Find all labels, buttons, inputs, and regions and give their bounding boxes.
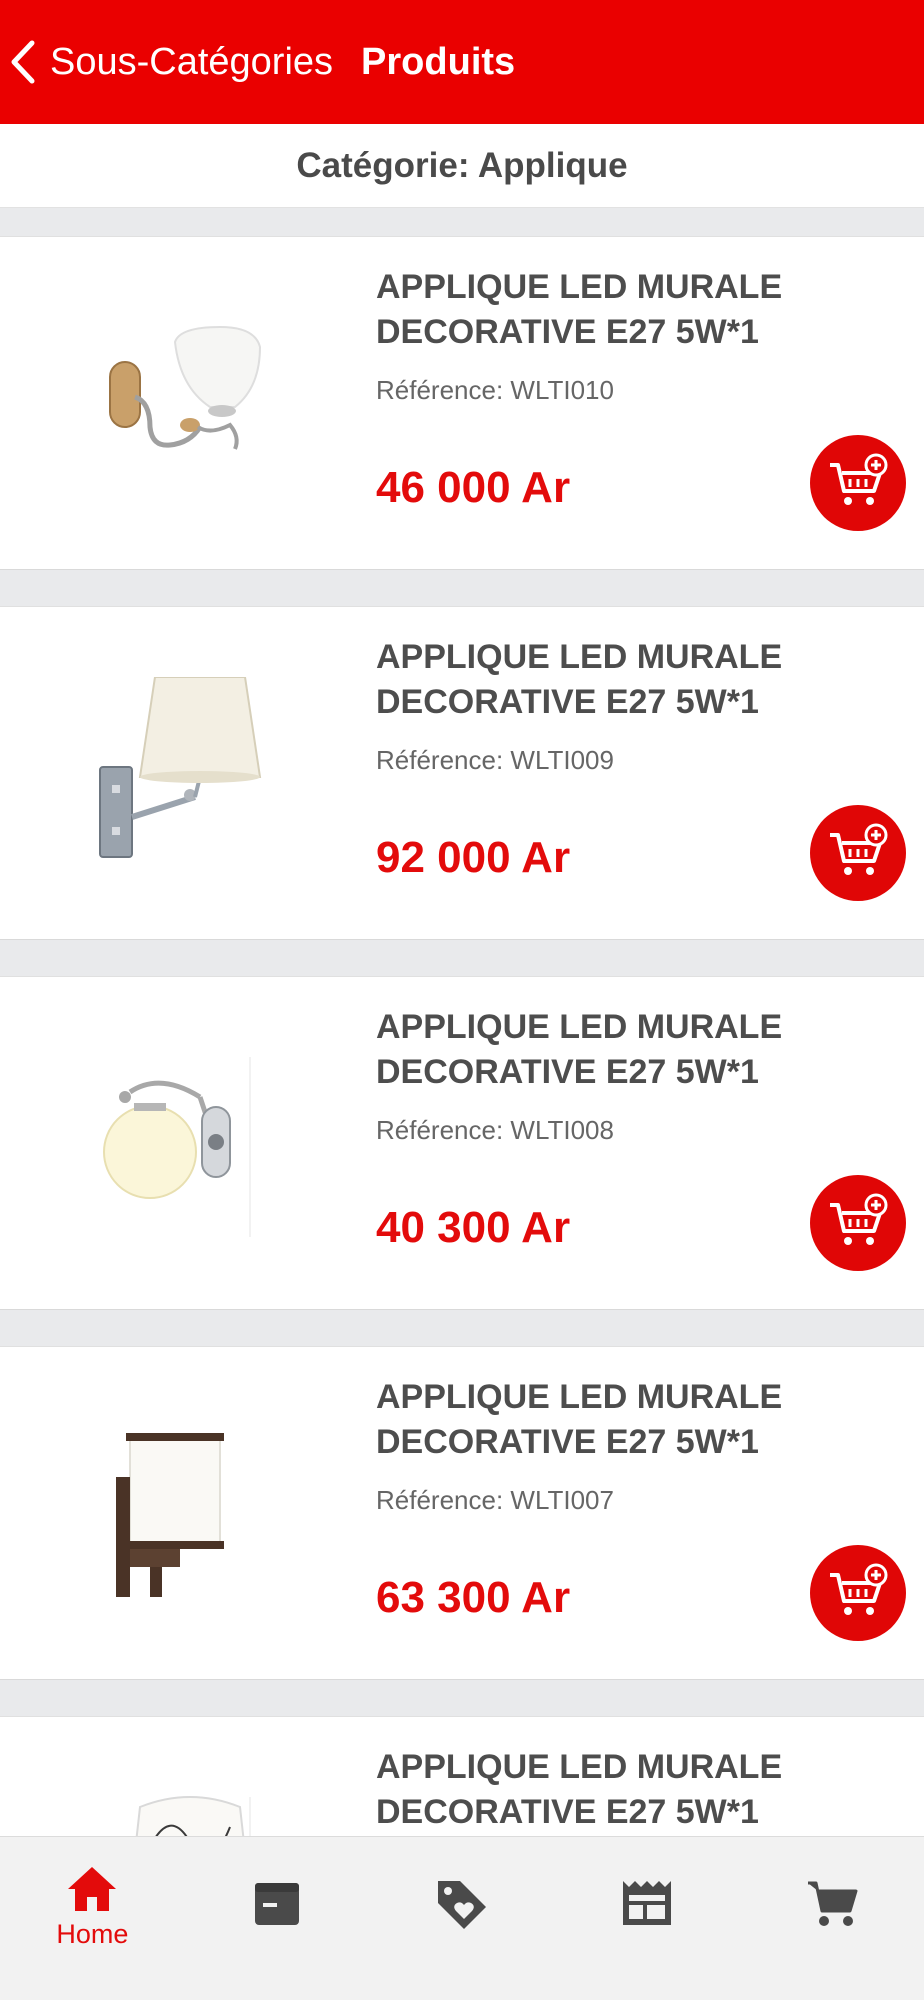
add-to-cart-icon: [830, 1563, 888, 1615]
product-image: [90, 1047, 290, 1247]
product-price: 63 300 Ar: [376, 1573, 571, 1622]
product-image: [90, 1787, 290, 1836]
home-icon: [68, 1867, 117, 1911]
category-label: Catégorie: Applique: [296, 145, 628, 185]
product-image: [90, 307, 290, 507]
product-name-line1: APPLIQUE LED MURALE: [376, 638, 783, 676]
product-card[interactable]: APPLIQUE LED MURALE DECORATIVE E27 5W*1: [0, 1716, 924, 1836]
tab-cart[interactable]: [739, 1837, 924, 2000]
product-name[interactable]: APPLIQUE LED MURALE DECORATIVE E27 5W*1: [376, 265, 856, 355]
product-price: 40 300 Ar: [376, 1203, 571, 1252]
add-to-cart-button[interactable]: [810, 805, 906, 901]
product-name-line2: DECORATIVE E27 5W*1: [376, 683, 759, 721]
tab-deals[interactable]: [370, 1837, 555, 2000]
store-icon: [255, 1883, 300, 1925]
add-to-cart-button[interactable]: [810, 1545, 906, 1641]
product-name-line2: DECORATIVE E27 5W*1: [376, 1053, 759, 1091]
tag-heart-icon: [437, 1881, 486, 1929]
product-reference: Référence: WLTI009: [376, 745, 614, 775]
category-header: Catégorie: Applique: [0, 124, 924, 208]
product-image: [90, 676, 290, 877]
product-name-line1: APPLIQUE LED MURALE: [376, 1008, 783, 1046]
page-title: Produits: [361, 40, 516, 83]
add-to-cart-button[interactable]: [810, 435, 906, 531]
add-to-cart-icon: [830, 453, 888, 505]
product-image: [90, 1417, 290, 1617]
chevron-left-icon: [11, 40, 35, 84]
product-name-line1: APPLIQUE LED MURALE: [376, 268, 783, 306]
product-name-line1: APPLIQUE LED MURALE: [376, 1748, 783, 1786]
product-name-line1: APPLIQUE LED MURALE: [376, 1378, 783, 1416]
product-card[interactable]: APPLIQUE LED MURALE DECORATIVE E27 5W*1 …: [0, 1346, 924, 1680]
product-name[interactable]: APPLIQUE LED MURALE DECORATIVE E27 5W*1: [376, 1745, 856, 1835]
product-card[interactable]: APPLIQUE LED MURALE DECORATIVE E27 5W*1 …: [0, 976, 924, 1310]
product-name[interactable]: APPLIQUE LED MURALE DECORATIVE E27 5W*1: [376, 1005, 856, 1095]
product-name-line2: DECORATIVE E27 5W*1: [376, 1423, 759, 1461]
tab-home-label: Home: [56, 1919, 129, 1949]
tab-store[interactable]: [185, 1837, 370, 2000]
add-to-cart-button[interactable]: [810, 1175, 906, 1271]
product-list[interactable]: APPLIQUE LED MURALE DECORATIVE E27 5W*1 …: [0, 208, 924, 1836]
product-price: 46 000 Ar: [376, 463, 571, 512]
product-name-line2: DECORATIVE E27 5W*1: [376, 313, 759, 351]
product-reference: Référence: WLTI007: [376, 1485, 614, 1515]
product-card[interactable]: APPLIQUE LED MURALE DECORATIVE E27 5W*1 …: [0, 606, 924, 940]
bottom-tab-bar: Home: [0, 1836, 924, 2000]
add-to-cart-icon: [830, 1193, 888, 1245]
cart-icon: [807, 1881, 858, 1926]
product-reference: Référence: WLTI010: [376, 375, 614, 405]
product-reference: Référence: WLTI008: [376, 1115, 614, 1145]
back-button[interactable]: Sous-Catégories: [0, 0, 333, 124]
navigation-bar: Sous-Catégories Produits: [0, 0, 924, 124]
back-button-label: Sous-Catégories: [50, 40, 334, 83]
product-name[interactable]: APPLIQUE LED MURALE DECORATIVE E27 5W*1: [376, 635, 856, 725]
news-icon: [622, 1881, 671, 1925]
product-card[interactable]: APPLIQUE LED MURALE DECORATIVE E27 5W*1 …: [0, 236, 924, 570]
add-to-cart-icon: [830, 823, 888, 875]
product-name[interactable]: APPLIQUE LED MURALE DECORATIVE E27 5W*1: [376, 1375, 856, 1465]
tab-news[interactable]: [554, 1837, 739, 2000]
product-name-line2: DECORATIVE E27 5W*1: [376, 1793, 759, 1831]
product-price: 92 000 Ar: [376, 833, 571, 882]
tab-home[interactable]: Home: [0, 1837, 185, 2000]
